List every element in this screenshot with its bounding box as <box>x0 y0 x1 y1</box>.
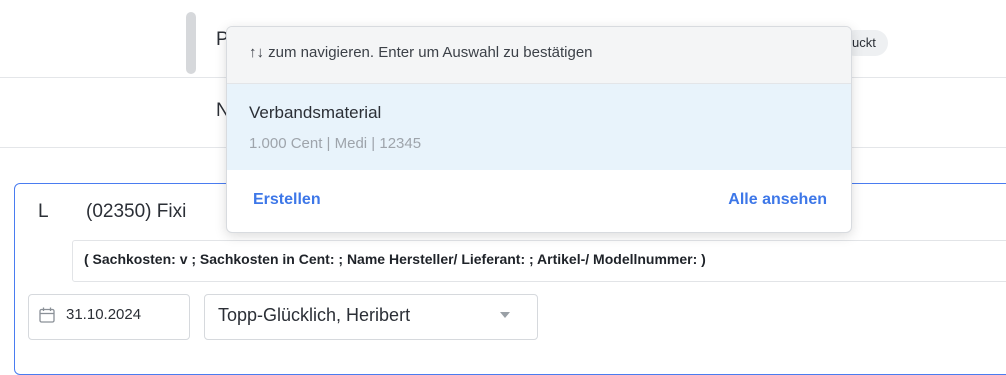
option-name: Verbandsmaterial <box>249 103 382 122</box>
keyboard-hint: ↑↓ zum navigieren. Enter um Auswahl zu b… <box>249 44 593 61</box>
entry-details-text: ( Sachkosten: v ; Sachkosten in Cent: ; … <box>84 251 706 267</box>
autocomplete-dropdown: ↑↓ zum navigieren. Enter um Auswahl zu b… <box>226 26 852 233</box>
chevron-down-icon[interactable] <box>500 312 510 318</box>
person-select-value: Topp-Glücklich, Heribert <box>218 305 411 325</box>
calendar-icon <box>39 307 55 323</box>
entry-type-letter: L <box>38 201 49 222</box>
dropdown-hint-bar: ↑↓ zum navigieren. Enter um Auswahl zu b… <box>227 27 851 84</box>
option-meta: 1.000 Cent | Medi | 12345 <box>249 135 422 152</box>
date-value: 31.10.2024 <box>66 306 142 323</box>
dropdown-option[interactable]: Verbandsmaterial 1.000 Cent | Medi | 123… <box>227 84 851 170</box>
create-button[interactable]: Erstellen <box>253 191 321 209</box>
view-all-button[interactable]: Alle ansehen <box>728 191 827 209</box>
drag-handle[interactable] <box>186 12 196 74</box>
entry-code-title[interactable]: (02350) Fixi <box>86 201 186 223</box>
